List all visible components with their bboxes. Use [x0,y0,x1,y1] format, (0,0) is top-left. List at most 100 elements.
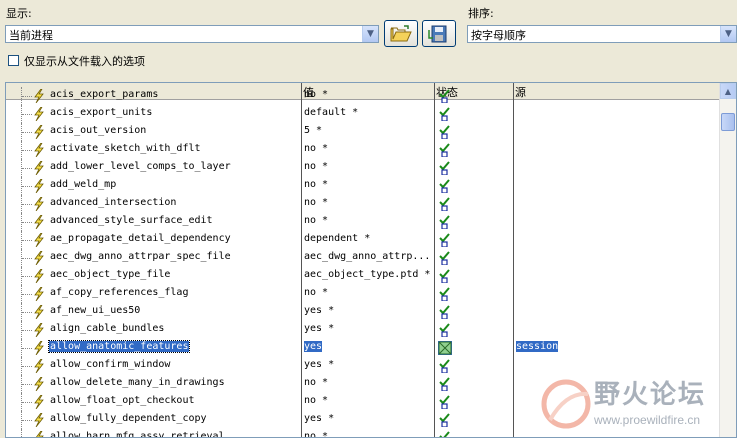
option-bolt-icon [32,376,46,392]
option-name[interactable]: af_copy_references_flag [49,287,189,298]
option-bolt-icon [32,358,46,374]
option-name[interactable]: acis_export_params [49,89,159,100]
option-name[interactable]: add_weld_mp [49,179,117,190]
option-name[interactable]: align_cable_bundles [49,323,165,334]
table-row[interactable]: acis_out_version 5 * [6,123,722,141]
option-value[interactable]: aec_object_type.ptd * [304,269,430,280]
option-value[interactable]: yes * [304,413,334,424]
tree-branch [22,186,32,187]
option-value[interactable]: yes * [304,359,334,370]
status-check-icon [438,161,452,176]
table-row[interactable]: aec_dwg_anno_attrpar_spec_file aec_dwg_an… [6,249,722,267]
option-value[interactable]: no * [304,179,328,190]
save-disk-icon [428,25,447,42]
option-value[interactable]: yes * [304,305,334,316]
tree-line [21,429,23,437]
option-name[interactable]: ae_propagate_detail_dependency [49,233,232,244]
option-bolt-icon [32,142,46,158]
display-combo-value: 当前进程 [9,29,53,42]
option-bolt-icon [32,268,46,284]
table-row[interactable]: ae_propagate_detail_dependency dependent … [6,231,722,249]
option-name[interactable]: acis_out_version [49,125,147,136]
tree-branch [22,258,32,259]
table-row[interactable]: activate_sketch_with_dflt no * [6,141,722,159]
option-value[interactable]: no * [304,395,328,406]
option-name[interactable]: allow_delete_many_in_drawings [49,377,226,388]
chevron-down-icon[interactable]: ▼ [720,26,736,42]
option-value[interactable]: yes [304,341,323,352]
table-row[interactable]: advanced_style_surface_edit no * [6,213,722,231]
table-row[interactable]: align_cable_bundles yes * [6,321,722,339]
option-value[interactable]: dependent * [304,233,370,244]
status-check-icon [438,107,452,122]
option-bolt-icon [32,196,46,212]
option-value[interactable]: no * [304,143,328,154]
option-name[interactable]: add_lower_level_comps_to_layer [49,161,232,172]
table-row[interactable]: acis_export_params no * [6,87,722,105]
status-check-icon [438,125,452,140]
option-value[interactable]: no * [304,377,328,388]
display-combo[interactable]: 当前进程 ▼ [5,25,379,43]
tree-branch [22,150,32,151]
status-active-icon [438,341,452,355]
open-file-button[interactable] [384,20,418,47]
option-bolt-icon [32,232,46,248]
option-name[interactable]: af_new_ui_ues50 [49,305,141,316]
tree-branch [22,312,32,313]
option-value[interactable]: yes * [304,323,334,334]
tree-branch [22,294,32,295]
table-row[interactable]: acis_export_units default * [6,105,722,123]
option-value[interactable]: default * [304,107,358,118]
option-name[interactable]: aec_object_type_file [49,269,171,280]
option-name[interactable]: allow_anatomic_features [47,340,191,353]
save-config-button[interactable] [422,20,456,47]
option-value[interactable]: no * [304,197,328,208]
option-value[interactable]: no * [304,431,328,437]
option-value[interactable]: no * [304,89,328,100]
option-bolt-icon [32,88,46,104]
status-check-icon [438,377,452,392]
file-only-checkbox[interactable] [8,55,19,66]
status-check-icon [438,251,452,266]
option-bolt-icon [32,430,46,437]
folder-open-icon [390,24,412,41]
status-check-icon [438,287,452,302]
tree-branch [22,420,32,421]
option-name[interactable]: advanced_style_surface_edit [49,215,214,226]
tree-branch [22,132,32,133]
option-bolt-icon [32,178,46,194]
option-value[interactable]: aec_dwg_anno_attrp... [304,251,430,262]
table-row[interactable]: af_new_ui_ues50 yes * [6,303,722,321]
status-check-icon [438,89,452,104]
option-name[interactable]: allow_fully_dependent_copy [49,413,208,424]
table-row[interactable]: add_weld_mp no * [6,177,722,195]
option-name[interactable]: allow_harn_mfg_assy_retrieval [49,431,226,437]
option-value[interactable]: no * [304,287,328,298]
option-value[interactable]: no * [304,215,328,226]
scroll-thumb[interactable] [721,113,735,131]
option-name[interactable]: advanced_intersection [49,197,177,208]
table-row[interactable]: aec_object_type_file aec_object_type.ptd … [6,267,722,285]
option-name[interactable]: allow_confirm_window [49,359,171,370]
status-check-icon [438,359,452,374]
table-row[interactable]: allow_anatomic_features yes session [6,339,722,357]
option-bolt-icon [32,340,46,356]
status-check-icon [438,269,452,284]
table-row[interactable]: af_copy_references_flag no * [6,285,722,303]
sort-combo[interactable]: 按字母顺序 ▼ [467,25,737,43]
table-row[interactable]: advanced_intersection no * [6,195,722,213]
chevron-down-icon[interactable]: ▼ [362,26,378,42]
tree-branch [22,402,32,403]
option-value[interactable]: 5 * [304,125,322,136]
table-row[interactable]: add_lower_level_comps_to_layer no * [6,159,722,177]
status-check-icon [438,431,452,437]
scroll-up-arrow-icon[interactable]: ▲ [720,83,736,99]
option-name[interactable]: allow_float_opt_checkout [49,395,196,406]
option-source: session [516,341,559,352]
option-name[interactable]: activate_sketch_with_dflt [49,143,202,154]
tree-branch [22,222,32,223]
display-label: 显示: [6,7,32,20]
option-value[interactable]: no * [304,161,328,172]
option-name[interactable]: acis_export_units [49,107,153,118]
option-name[interactable]: aec_dwg_anno_attrpar_spec_file [49,251,232,262]
